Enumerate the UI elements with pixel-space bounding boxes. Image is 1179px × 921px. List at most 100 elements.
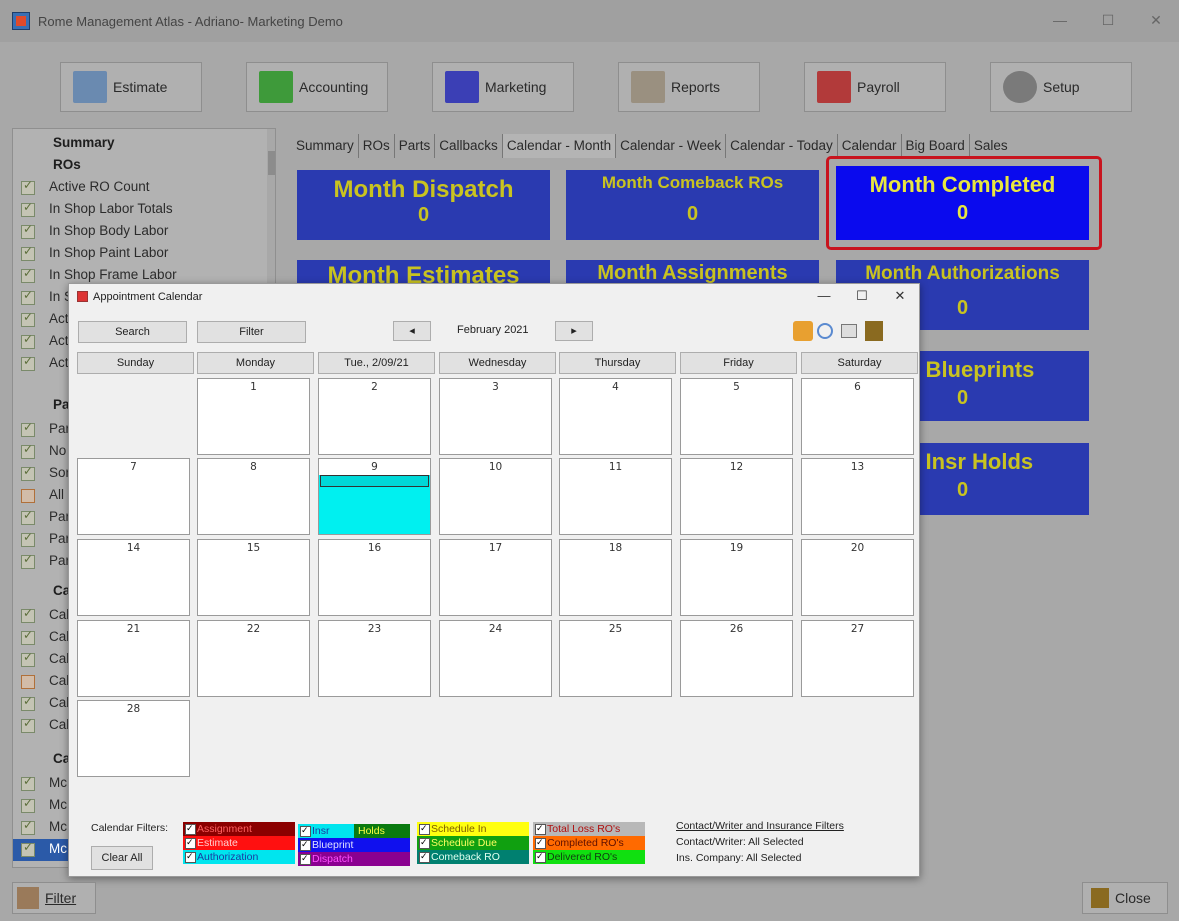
day-cell[interactable]: 8: [197, 458, 310, 535]
checkbox[interactable]: [21, 442, 35, 459]
filter-checkbox[interactable]: Delivered RO's: [533, 849, 645, 864]
estimate-button[interactable]: Estimate: [60, 62, 202, 112]
day-cell[interactable]: 19: [680, 539, 793, 616]
day-cell[interactable]: 1: [197, 378, 310, 455]
filter-bottom-button[interactable]: Filter: [12, 882, 96, 914]
day-cell[interactable]: 11: [559, 458, 672, 535]
checkbox[interactable]: [21, 464, 35, 481]
folder-icon[interactable]: [793, 321, 813, 341]
sidebar-item[interactable]: Active RO Count: [13, 177, 261, 199]
maximize-button[interactable]: ☐: [1098, 12, 1118, 28]
checkbox[interactable]: [21, 200, 35, 217]
prev-month-button[interactable]: ◂: [393, 321, 431, 341]
day-header[interactable]: Friday: [680, 352, 797, 374]
tab-ros[interactable]: ROs: [357, 134, 394, 158]
zoom-icon[interactable]: [817, 323, 833, 339]
checkbox[interactable]: [21, 840, 35, 857]
checkbox[interactable]: [21, 222, 35, 239]
checkbox[interactable]: [419, 849, 430, 863]
checkbox[interactable]: [21, 266, 35, 283]
filter-checkbox[interactable]: Estimate: [183, 835, 295, 850]
tab-calendar-today[interactable]: Calendar - Today: [725, 134, 837, 158]
checkbox[interactable]: [185, 849, 196, 863]
day-cell[interactable]: 9: [318, 458, 431, 535]
day-cell[interactable]: 12: [680, 458, 793, 535]
filter-checkbox[interactable]: Total Loss RO's: [533, 821, 645, 836]
filter-checkbox[interactable]: Insr: [298, 823, 354, 838]
checkbox[interactable]: [21, 716, 35, 733]
day-cell[interactable]: 28: [77, 700, 190, 777]
day-cell[interactable]: 21: [77, 620, 190, 697]
day-cell[interactable]: 27: [801, 620, 914, 697]
marketing-button[interactable]: Marketing: [432, 62, 574, 112]
day-cell[interactable]: 6: [801, 378, 914, 455]
checkbox[interactable]: [535, 821, 546, 835]
day-cell[interactable]: 14: [77, 539, 190, 616]
checkbox[interactable]: [419, 835, 430, 849]
filter-checkbox[interactable]: Schedule In: [417, 821, 529, 836]
checkbox[interactable]: [21, 332, 35, 349]
tab-calendar-week[interactable]: Calendar - Week: [615, 134, 725, 158]
checkbox[interactable]: [185, 821, 196, 835]
day-header[interactable]: Tue., 2/09/21: [318, 352, 435, 374]
minimize-button[interactable]: —: [1050, 12, 1070, 28]
accounting-button[interactable]: Accounting: [246, 62, 388, 112]
checkbox[interactable]: [21, 310, 35, 327]
checkbox[interactable]: [185, 835, 196, 849]
tab-calendar[interactable]: Calendar: [836, 134, 901, 158]
filter-checkbox[interactable]: Schedule Due: [417, 835, 529, 850]
sidebar-item[interactable]: In Shop Body Labor: [13, 221, 261, 243]
appointment-calendar-window[interactable]: Appointment Calendar — ☐ ✕ Search Filter…: [68, 283, 920, 877]
day-cell[interactable]: 13: [801, 458, 914, 535]
close-bottom-button[interactable]: Close: [1082, 882, 1168, 914]
checkbox[interactable]: [535, 835, 546, 849]
reports-button[interactable]: Reports: [618, 62, 760, 112]
checkbox[interactable]: [21, 530, 35, 547]
sidebar-item[interactable]: In Shop Paint Labor: [13, 243, 261, 265]
checkbox[interactable]: [300, 851, 311, 865]
checkbox[interactable]: [419, 821, 430, 835]
day-cell[interactable]: 23: [318, 620, 431, 697]
tab-summary[interactable]: Summary: [292, 134, 358, 158]
filter-checkbox[interactable]: Dispatch: [298, 851, 410, 866]
payroll-button[interactable]: Payroll: [804, 62, 946, 112]
day-header[interactable]: Wednesday: [439, 352, 556, 374]
print-icon[interactable]: [841, 324, 857, 338]
checkbox[interactable]: [21, 675, 35, 689]
checkbox[interactable]: [21, 694, 35, 711]
contact-insurance-filters-link[interactable]: Contact/Writer and Insurance Filters: [676, 820, 844, 832]
tile-month-dispatch[interactable]: Month Dispatch 0: [297, 170, 550, 240]
checkbox[interactable]: [300, 837, 311, 851]
checkbox[interactable]: [21, 552, 35, 569]
day-cell[interactable]: 17: [439, 539, 552, 616]
day-header[interactable]: Monday: [197, 352, 314, 374]
tab-big-board[interactable]: Big Board: [900, 134, 969, 158]
search-button[interactable]: Search: [78, 321, 187, 343]
tab-sales[interactable]: Sales: [968, 134, 1012, 158]
day-cell[interactable]: 18: [559, 539, 672, 616]
filter-checkbox[interactable]: Completed RO's: [533, 835, 645, 850]
appointment-slot[interactable]: [320, 475, 429, 487]
day-cell[interactable]: 3: [439, 378, 552, 455]
checkbox[interactable]: [21, 650, 35, 667]
filter-button[interactable]: Filter: [197, 321, 306, 343]
day-cell[interactable]: 7: [77, 458, 190, 535]
checkbox[interactable]: [21, 628, 35, 645]
modal-close-button[interactable]: ✕: [891, 288, 909, 304]
modal-maximize-button[interactable]: ☐: [853, 288, 871, 304]
day-cell[interactable]: 15: [197, 539, 310, 616]
checkbox[interactable]: [21, 288, 35, 305]
checkbox[interactable]: [21, 354, 35, 371]
clear-all-button[interactable]: Clear All: [91, 846, 153, 870]
day-cell[interactable]: 2: [318, 378, 431, 455]
filter-checkbox[interactable]: Authorization: [183, 849, 295, 864]
filter-checkbox[interactable]: Holds: [354, 824, 410, 838]
modal-minimize-button[interactable]: —: [815, 288, 833, 304]
setup-button[interactable]: Setup: [990, 62, 1132, 112]
checkbox[interactable]: [21, 178, 35, 195]
checkbox[interactable]: [300, 823, 311, 837]
day-header[interactable]: Thursday: [559, 352, 676, 374]
day-cell[interactable]: 16: [318, 539, 431, 616]
day-cell[interactable]: 10: [439, 458, 552, 535]
checkbox[interactable]: [21, 244, 35, 261]
